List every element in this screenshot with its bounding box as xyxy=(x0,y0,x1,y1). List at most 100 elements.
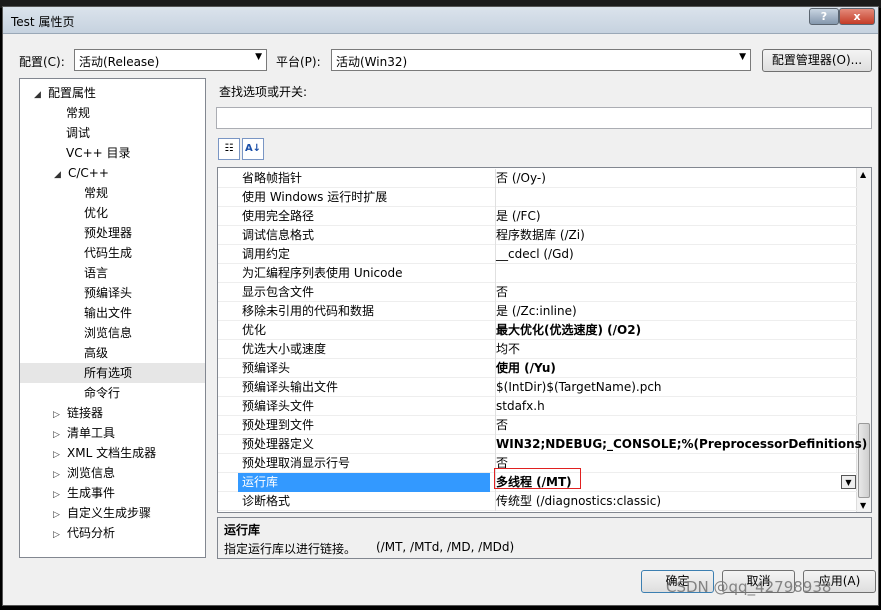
property-value[interactable]: $(IntDir)$(TargetName).pch xyxy=(495,378,858,397)
tree-item[interactable]: 命令行 xyxy=(20,383,205,403)
property-name: 优选大小或速度 xyxy=(242,342,327,356)
expand-arrow-icon[interactable]: ▷ xyxy=(53,445,67,465)
property-value[interactable]: 传统型 (/diagnostics:classic) xyxy=(495,492,858,511)
tree-item[interactable]: ◢ C/C++ xyxy=(20,163,205,183)
property-value[interactable]: 程序数据库 (/Zi) xyxy=(495,226,858,245)
property-value[interactable]: 最大优化(优选速度) (/O2) xyxy=(495,321,858,340)
property-value-text: __cdecl (/Gd) xyxy=(496,247,574,261)
property-row[interactable]: 调试信息格式 程序数据库 (/Zi) xyxy=(218,226,858,245)
property-name: 为汇编程序列表使用 Unicode xyxy=(242,266,403,280)
tree-item[interactable]: ▷ 清单工具 xyxy=(20,423,205,443)
scrollbar-thumb[interactable] xyxy=(858,423,870,498)
property-row[interactable]: 预处理器定义 WIN32;NDEBUG;_CONSOLE;%(Preprocess… xyxy=(218,435,867,454)
tree-item[interactable]: ▷ 链接器 xyxy=(20,403,205,423)
expand-arrow-icon[interactable]: ▷ xyxy=(53,405,67,425)
property-value[interactable]: 是 (/FC) xyxy=(495,207,858,226)
tree-item-label: 代码生成 xyxy=(84,246,133,260)
tree-item[interactable]: 常规 xyxy=(20,183,205,203)
property-row[interactable]: 预编译头 使用 (/Yu) xyxy=(218,359,858,378)
property-name: 运行库 xyxy=(238,473,490,492)
property-name: 预处理器定义 xyxy=(242,437,315,451)
tree-item-label: VC++ 目录 xyxy=(66,146,131,160)
chevron-down-icon: ▼ xyxy=(739,52,746,62)
property-row[interactable]: 移除未引用的代码和数据 是 (/Zc:inline) xyxy=(218,302,858,321)
tree-item[interactable]: 浏览信息 xyxy=(20,323,205,343)
property-row[interactable]: 使用 Windows 运行时扩展 xyxy=(218,188,858,207)
collapse-arrow-icon[interactable]: ◢ xyxy=(54,165,68,185)
sort-az-icon[interactable]: A↓ xyxy=(242,138,264,160)
property-value[interactable]: 否 xyxy=(495,283,858,302)
expand-arrow-icon[interactable]: ▷ xyxy=(53,525,67,545)
tree-item[interactable]: 代码生成 xyxy=(20,243,205,263)
config-label: 配置(C): xyxy=(19,55,65,69)
property-name: 优化 xyxy=(242,323,267,337)
scroll-down-icon[interactable]: ▼ xyxy=(860,501,866,510)
search-label: 查找选项或开关: xyxy=(219,85,308,99)
property-row[interactable]: 优选大小或速度 均不 xyxy=(218,340,858,359)
property-value[interactable]: stdafx.h xyxy=(495,397,858,416)
property-row[interactable]: 优化 最大优化(优选速度) (/O2) xyxy=(218,321,858,340)
expand-arrow-icon[interactable]: ▷ xyxy=(53,505,67,525)
tree-item[interactable]: 高级 xyxy=(20,343,205,363)
property-value[interactable]: WIN32;NDEBUG;_CONSOLE;%(PreprocessorDefi… xyxy=(495,435,867,454)
property-row[interactable]: 调用约定 __cdecl (/Gd) xyxy=(218,245,858,264)
config-select-value: 活动(Release) xyxy=(79,55,160,69)
property-row[interactable]: 预编译头输出文件 $(IntDir)$(TargetName).pch xyxy=(218,378,858,397)
tree-item[interactable]: VC++ 目录 xyxy=(20,143,205,163)
vertical-scrollbar[interactable]: ▲ ▼ xyxy=(856,168,871,512)
property-value[interactable]: 否 (/Oy-) xyxy=(495,169,858,188)
property-row[interactable]: 使用完全路径 是 (/FC) xyxy=(218,207,858,226)
search-input[interactable] xyxy=(216,107,872,129)
property-value-text: 使用 (/Yu) xyxy=(496,361,556,375)
tree-item[interactable]: 预编译头 xyxy=(20,283,205,303)
description-panel: 运行库 指定运行库以进行链接。 (/MT, /MTd, /MD, /MDd) xyxy=(217,517,872,559)
dropdown-arrow-icon[interactable]: ▼ xyxy=(841,475,856,489)
tree-item[interactable]: 预处理器 xyxy=(20,223,205,243)
property-value[interactable]: 是 (/Zc:inline) xyxy=(495,302,858,321)
platform-select[interactable]: 活动(Win32) ▼ xyxy=(331,49,751,71)
property-value-text: 否 (/Oy-) xyxy=(496,171,546,185)
property-value-text: 否 xyxy=(496,418,509,432)
property-row[interactable]: 预处理到文件 否 xyxy=(218,416,858,435)
property-value[interactable] xyxy=(495,264,858,283)
tree-item[interactable]: ◢ 配置属性 xyxy=(20,83,205,103)
tree-item[interactable]: 所有选项 xyxy=(20,363,205,383)
property-row[interactable]: 显示包含文件 否 xyxy=(218,283,858,302)
property-value[interactable] xyxy=(495,188,858,207)
window-title: Test 属性页 xyxy=(11,15,75,29)
expand-arrow-icon[interactable]: ▷ xyxy=(53,465,67,485)
property-value[interactable]: 均不 xyxy=(495,340,858,359)
tree-item[interactable]: 语言 xyxy=(20,263,205,283)
tree-item[interactable]: 调试 xyxy=(20,123,205,143)
tree-item-label: 输出文件 xyxy=(84,306,133,320)
property-value[interactable]: 否 xyxy=(495,416,858,435)
categorized-icon[interactable]: ☷ xyxy=(218,138,240,160)
config-select[interactable]: 活动(Release) ▼ xyxy=(74,49,267,71)
highlight-box xyxy=(494,468,581,489)
tree-item[interactable]: ▷ 生成事件 xyxy=(20,483,205,503)
property-name: 移除未引用的代码和数据 xyxy=(242,304,375,318)
tree-item-label: XML 文档生成器 xyxy=(67,446,157,460)
property-row[interactable]: 为汇编程序列表使用 Unicode xyxy=(218,264,858,283)
tree-item[interactable]: ▷ XML 文档生成器 xyxy=(20,443,205,463)
property-row[interactable]: 省略帧指针 否 (/Oy-) xyxy=(218,169,858,188)
help-button[interactable]: ? xyxy=(809,8,839,25)
tree-item[interactable]: 优化 xyxy=(20,203,205,223)
tree-item[interactable]: 常规 xyxy=(20,103,205,123)
property-value[interactable]: 使用 (/Yu) xyxy=(495,359,858,378)
close-button[interactable]: x xyxy=(839,8,875,25)
scroll-up-icon[interactable]: ▲ xyxy=(860,170,866,179)
property-row[interactable]: 诊断格式 传统型 (/diagnostics:classic) xyxy=(218,492,858,511)
watermark: CSDN @qq_42798938 xyxy=(666,578,832,596)
tree-item[interactable]: ▷ 浏览信息 xyxy=(20,463,205,483)
config-manager-button[interactable]: 配置管理器(O)... xyxy=(762,49,872,72)
property-tree: ◢ 配置属性 常规 调试 VC++ 目录 ◢ C/C++ 常规 优化 预处理器 代码生成 语言 预编译头… xyxy=(19,78,206,558)
expand-arrow-icon[interactable]: ▷ xyxy=(53,485,67,505)
property-value[interactable]: __cdecl (/Gd) xyxy=(495,245,858,264)
tree-item[interactable]: 输出文件 xyxy=(20,303,205,323)
property-row[interactable]: 预编译头文件 stdafx.h xyxy=(218,397,858,416)
expand-arrow-icon[interactable]: ▷ xyxy=(53,425,67,445)
tree-item[interactable]: ▷ 代码分析 xyxy=(20,523,205,543)
tree-item[interactable]: ▷ 自定义生成步骤 xyxy=(20,503,205,523)
collapse-arrow-icon[interactable]: ◢ xyxy=(34,85,48,105)
